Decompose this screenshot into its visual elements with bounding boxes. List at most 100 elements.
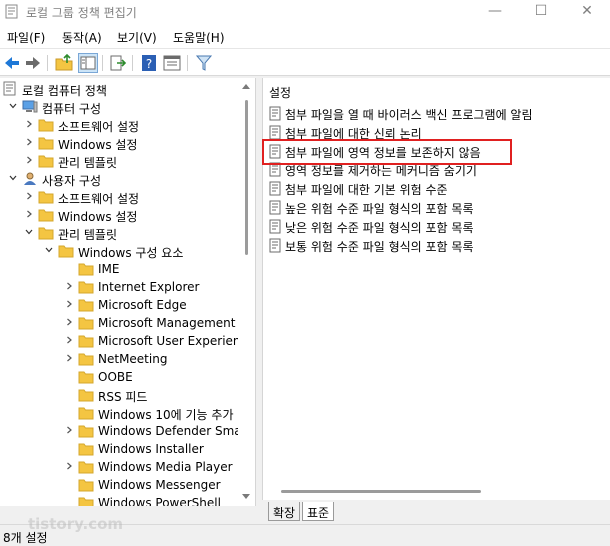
setting-item-label: 보통 위험 수준 파일 형식의 포함 목록 (285, 239, 474, 254)
chevron-right-icon[interactable] (64, 335, 74, 345)
tree-vertical-scrollbar[interactable] (238, 78, 255, 506)
folder-icon (78, 299, 94, 312)
settings-horizontal-scrollbar[interactable] (281, 490, 481, 493)
tree-item-label: Microsoft Management C (98, 316, 248, 330)
computer-icon (22, 100, 38, 113)
folder-icon (78, 353, 94, 366)
properties-icon[interactable] (162, 53, 182, 73)
folder-icon (38, 191, 54, 204)
back-icon[interactable] (2, 53, 22, 73)
tab-standard[interactable]: 표준 (302, 502, 335, 521)
tree-item-label: Windows Messenger (98, 478, 221, 492)
tree-item-label: Internet Explorer (98, 280, 200, 294)
settings-column-header[interactable]: 설정 (269, 84, 291, 101)
folder-icon (78, 263, 94, 276)
setting-item-label: 낮은 위험 수준 파일 형식의 포함 목록 (285, 220, 474, 235)
tree-item-label: 관리 템플릿 (58, 228, 118, 242)
folder-icon (38, 155, 54, 168)
toolbar-separator (187, 55, 188, 71)
tree-item-label: Windows 설정 (58, 138, 138, 152)
tree-item-label: NetMeeting (98, 352, 168, 366)
tree-item-label: OOBE (98, 370, 133, 384)
tree-item-label: 관리 템플릿 (58, 156, 118, 170)
setting-item-label: 첨부 파일에 대한 기본 위험 수준 (285, 183, 448, 198)
folder-icon (58, 245, 74, 258)
help-icon[interactable]: ? (139, 53, 159, 73)
policy-setting-icon (269, 219, 281, 234)
tree-item-label: IME (98, 262, 120, 276)
folder-icon (78, 497, 94, 506)
user-icon (24, 172, 36, 185)
maximize-button[interactable]: ☐ (518, 0, 564, 24)
tree-item-label: Windows Media Player (98, 460, 233, 474)
folder-icon (38, 119, 54, 132)
chevron-down-icon[interactable] (8, 101, 18, 111)
tree-item-label: 사용자 구성 (42, 174, 102, 188)
close-button[interactable]: ✕ (564, 0, 610, 24)
scrollbar-thumb[interactable] (245, 100, 248, 255)
chevron-right-icon[interactable] (64, 353, 74, 363)
chevron-down-icon[interactable] (8, 173, 18, 183)
setting-item-label: 높은 위험 수준 파일 형식의 포함 목록 (285, 202, 474, 216)
svg-text:?: ? (146, 57, 152, 71)
tree-item-label: Windows 10에 기능 추가 (98, 408, 234, 422)
menu-action[interactable]: 동작(A) (62, 29, 102, 46)
tree-item-label: Windows Defender Smart (98, 424, 252, 438)
folder-icon (78, 317, 94, 330)
title-bar: 로컬 그룹 정책 편집기 — ☐ ✕ (0, 0, 610, 24)
chevron-right-icon[interactable] (24, 209, 34, 219)
tree-item-label: 소프트웨어 설정 (58, 120, 140, 134)
chevron-down-icon[interactable] (44, 245, 54, 255)
chevron-right-icon[interactable] (64, 317, 74, 327)
group-policy-app-icon (5, 4, 18, 19)
chevron-down-icon[interactable] (24, 227, 34, 237)
chevron-right-icon[interactable] (64, 425, 74, 435)
forward-icon[interactable] (23, 53, 43, 73)
folder-icon (78, 425, 94, 438)
minimize-button[interactable]: — (472, 0, 518, 24)
menu-bar: 파일(F) 동작(A) 보기(V) 도움말(H) (0, 24, 610, 48)
scroll-down-arrow-icon[interactable] (242, 494, 250, 499)
up-folder-icon[interactable] (54, 53, 74, 73)
policy-icon (3, 81, 16, 96)
tree-item-label: 로컬 컴퓨터 정책 (22, 84, 107, 98)
folder-icon (78, 335, 94, 348)
window-title: 로컬 그룹 정책 편집기 (26, 6, 137, 20)
toolbar-separator (102, 55, 103, 71)
chevron-right-icon[interactable] (24, 191, 34, 201)
show-hide-tree-icon[interactable] (78, 53, 98, 73)
policy-setting-icon (269, 238, 281, 253)
scroll-up-arrow-icon[interactable] (242, 84, 250, 89)
tree-item-label: Microsoft User Experience (98, 334, 255, 348)
menu-help[interactable]: 도움말(H) (173, 29, 225, 46)
folder-icon (78, 461, 94, 474)
tab-extended[interactable]: 확장 (268, 502, 301, 521)
tree-item-label: Windows Installer (98, 442, 204, 456)
toolbar-separator (47, 55, 48, 71)
tree-item-label: 컴퓨터 구성 (42, 102, 102, 116)
chevron-right-icon[interactable] (64, 299, 74, 309)
policy-setting-icon (269, 181, 281, 196)
policy-setting-icon (269, 106, 281, 121)
folder-icon (78, 389, 94, 402)
setting-item-label: 첨부 파일을 열 때 바이러스 백신 프로그램에 알림 (285, 108, 533, 122)
chevron-right-icon[interactable] (64, 281, 74, 291)
export-list-icon[interactable] (108, 53, 128, 73)
filter-icon[interactable] (194, 53, 214, 73)
view-tabs: 확장 표준 (262, 500, 610, 524)
folder-icon (78, 371, 94, 384)
chevron-right-icon[interactable] (24, 137, 34, 147)
tree-item-label: Windows 설정 (58, 210, 138, 224)
folder-icon (78, 281, 94, 294)
highlight-box (262, 139, 512, 165)
folder-icon (78, 479, 94, 492)
chevron-right-icon[interactable] (24, 119, 34, 129)
menu-view[interactable]: 보기(V) (117, 29, 157, 46)
folder-icon (78, 407, 94, 420)
toolbar-separator (132, 55, 133, 71)
menu-file[interactable]: 파일(F) (7, 29, 45, 46)
folder-icon (78, 443, 94, 456)
chevron-right-icon[interactable] (64, 461, 74, 471)
chevron-right-icon[interactable] (24, 155, 34, 165)
folder-icon (38, 137, 54, 150)
